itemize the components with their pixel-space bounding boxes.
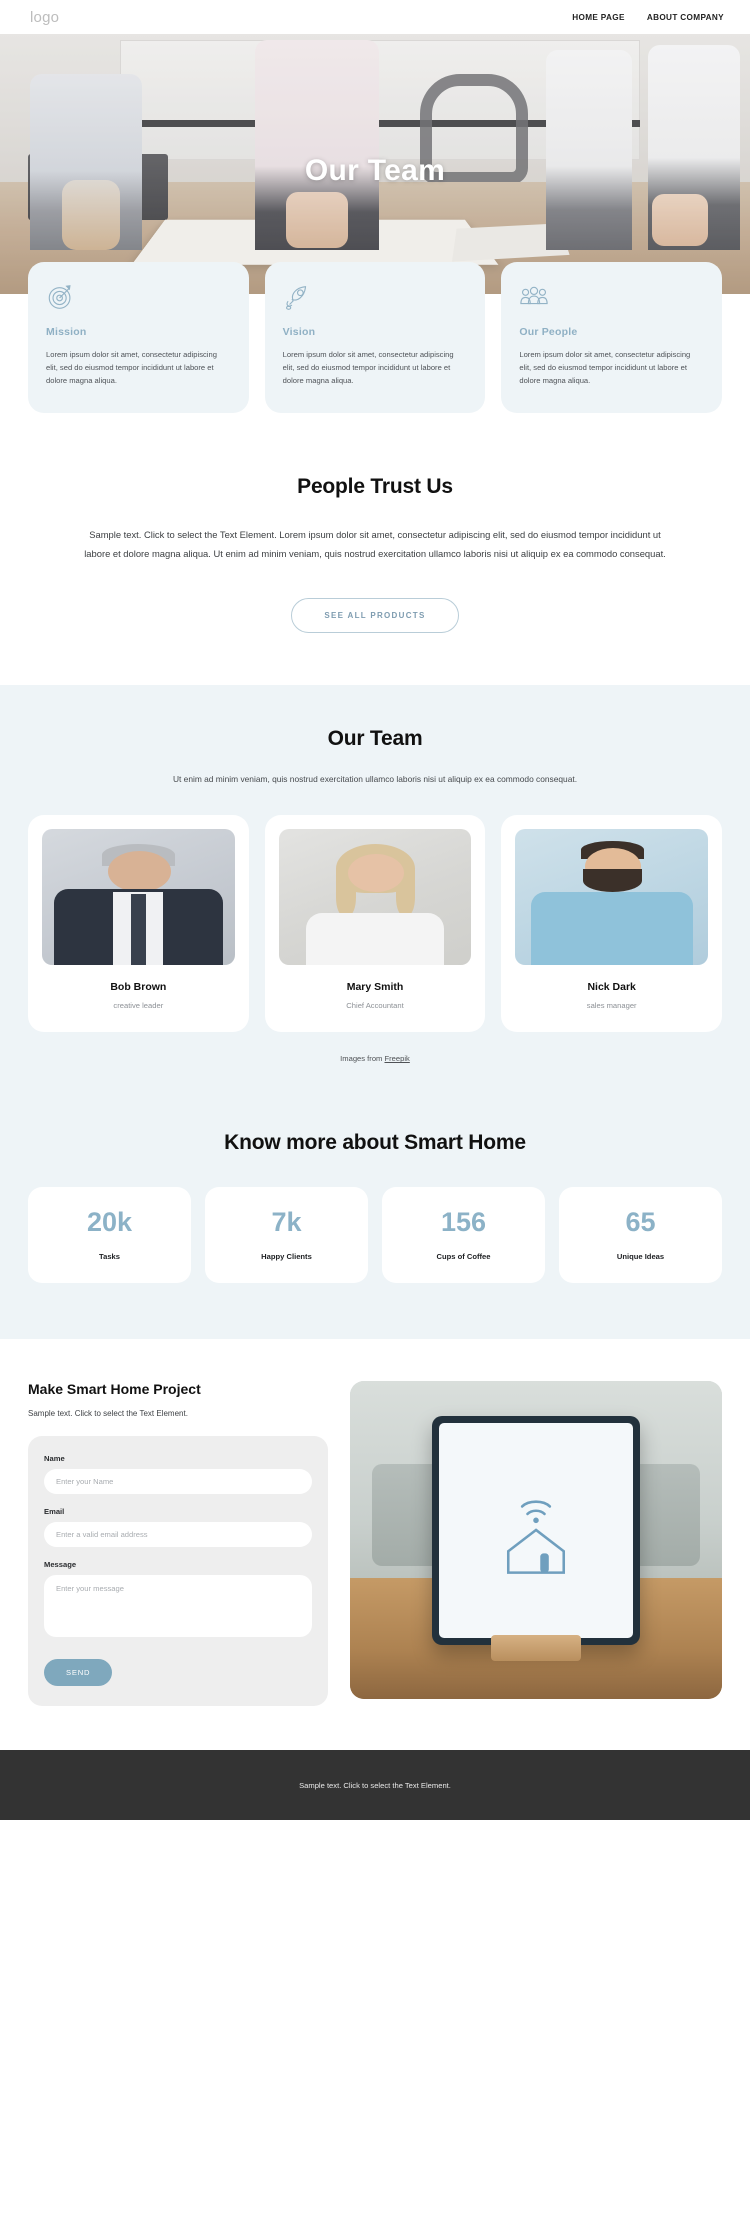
stat-value: 20k <box>86 1207 133 1238</box>
member-name: Mary Smith <box>346 981 404 994</box>
freepik-link[interactable]: Freepik <box>384 1054 409 1063</box>
stat-card-happy-clients: 7k Happy Clients <box>205 1187 368 1284</box>
footer-text: Sample text. Click to select the Text El… <box>299 1780 451 1790</box>
stat-card-cups-of-coffee: 156 Cups of Coffee <box>382 1187 545 1284</box>
feature-title: Vision <box>282 326 316 338</box>
stat-value: 7k <box>271 1207 302 1238</box>
hero-section: Our Team <box>0 34 750 294</box>
nav-item-home-page[interactable]: HOME PAGE <box>572 13 625 22</box>
feature-cards: Mission Lorem ipsum dolor sit amet, cons… <box>0 262 750 414</box>
stats-title: Know more about Smart Home <box>224 1131 526 1155</box>
contact-title: Make Smart Home Project <box>28 1381 201 1398</box>
team-title: Our Team <box>327 726 423 750</box>
feature-card-mission: Mission Lorem ipsum dolor sit amet, cons… <box>28 262 249 414</box>
hero-title: Our Team <box>304 154 446 187</box>
feature-text: Lorem ipsum dolor sit amet, consectetur … <box>282 350 454 386</box>
stat-label: Tasks <box>99 1252 120 1262</box>
site-footer: Sample text. Click to select the Text El… <box>0 1750 750 1821</box>
feature-card-vision: Vision Lorem ipsum dolor sit amet, conse… <box>264 262 486 414</box>
feature-title: Mission <box>46 326 87 338</box>
member-role: creative leader <box>113 1001 164 1011</box>
name-field[interactable] <box>44 1469 312 1495</box>
message-label: Message <box>44 1560 77 1570</box>
email-label: Email <box>44 1507 65 1517</box>
stat-label: Unique Ideas <box>616 1252 665 1262</box>
stats-section: Know more about Smart Home 20k Tasks 7k … <box>0 1089 750 1340</box>
team-member-card[interactable]: Bob Brown creative leader <box>28 815 249 1033</box>
feature-text: Lorem ipsum dolor sit amet, consectetur … <box>46 350 217 386</box>
rocket-icon <box>283 282 313 312</box>
trust-text: Sample text. Click to select the Text El… <box>84 529 666 560</box>
stat-value: 156 <box>440 1207 487 1238</box>
main-navigation: HOME PAGE ABOUT COMPANY <box>572 13 724 22</box>
stat-card-tasks: 20k Tasks <box>28 1187 191 1284</box>
avatar <box>278 829 472 966</box>
name-label: Name <box>44 1454 65 1464</box>
tablet-screen <box>438 1423 634 1639</box>
logo[interactable]: logo <box>30 9 59 26</box>
avatar <box>42 829 235 966</box>
contact-subtitle: Sample text. Click to select the Text El… <box>28 1409 188 1419</box>
contact-section: Make Smart Home Project Sample text. Cli… <box>0 1339 750 1751</box>
stat-label: Cups of Coffee <box>436 1252 491 1262</box>
team-grid: Bob Brown creative leader Mary Smith Chi… <box>0 815 750 1033</box>
feature-card-our-people: Our People Lorem ipsum dolor sit amet, c… <box>501 262 723 414</box>
target-icon <box>46 282 76 312</box>
member-role: sales manager <box>586 1001 637 1011</box>
image-credit-prefix: Images from <box>340 1054 385 1064</box>
stat-label: Happy Clients <box>261 1252 312 1262</box>
team-section: Our Team Ut enim ad minim veniam, quis n… <box>0 684 750 1090</box>
tablet-device <box>431 1416 641 1646</box>
member-name: Nick Dark <box>587 981 636 994</box>
member-role: Chief Accountant <box>346 1001 404 1011</box>
trust-section: People Trust Us Sample text. Click to se… <box>0 413 750 685</box>
landing-page: logo HOME PAGE ABOUT COMPANY Our Team Mi… <box>0 0 750 1821</box>
feature-title: Our People <box>519 326 578 338</box>
cta-wrapper: SEE ALL PRODUCTS <box>0 597 750 633</box>
team-subtitle: Ut enim ad minim veniam, quis nostrud ex… <box>172 773 578 784</box>
site-header: logo HOME PAGE ABOUT COMPANY <box>0 0 750 34</box>
see-all-products-button[interactable]: SEE ALL PRODUCTS <box>291 597 459 633</box>
people-group-icon <box>519 282 549 312</box>
contact-form-column: Make Smart Home Project Sample text. Cli… <box>28 1381 328 1707</box>
trust-title: People Trust Us <box>297 475 453 499</box>
member-name: Bob Brown <box>110 981 167 994</box>
message-field[interactable] <box>44 1575 312 1638</box>
stat-card-unique-ideas: 65 Unique Ideas <box>559 1187 722 1284</box>
smart-home-tablet-image <box>350 1381 722 1700</box>
team-member-card[interactable]: Mary Smith Chief Accountant <box>264 815 486 1033</box>
nav-item-about-company[interactable]: ABOUT COMPANY <box>647 13 724 22</box>
team-member-card[interactable]: Nick Dark sales manager <box>501 815 723 1033</box>
email-field[interactable] <box>44 1522 312 1548</box>
feature-text: Lorem ipsum dolor sit amet, consectetur … <box>519 350 691 386</box>
send-button[interactable]: SEND <box>44 1659 113 1687</box>
avatar <box>515 829 709 966</box>
stat-value: 65 <box>625 1207 656 1238</box>
stats-grid: 20k Tasks 7k Happy Clients 156 Cups of C… <box>0 1187 750 1284</box>
contact-form: Name Email Message SEND <box>28 1436 328 1707</box>
image-credit: Images from Freepik <box>0 1054 750 1063</box>
